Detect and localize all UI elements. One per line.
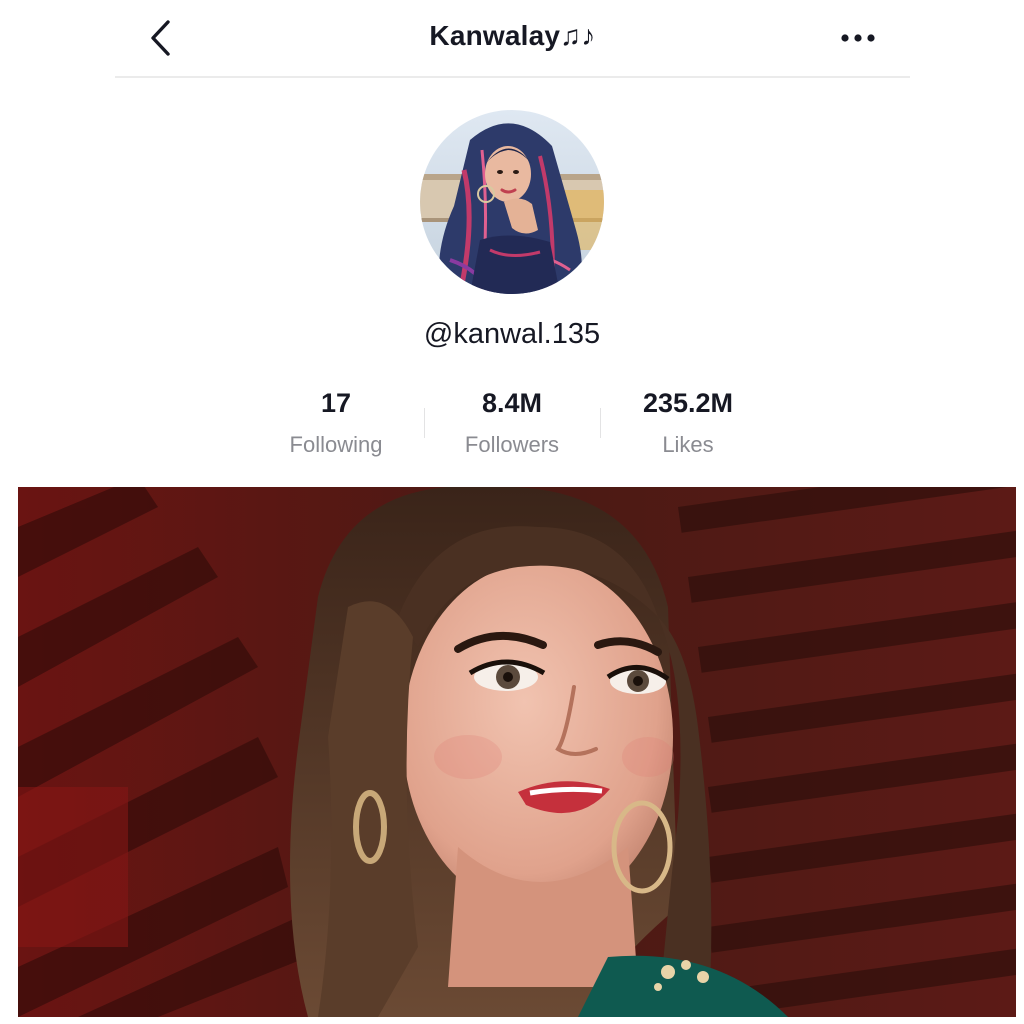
portrait-photo — [18, 487, 1016, 1017]
avatar-image — [420, 110, 604, 294]
profile-username: @kanwal.135 — [423, 318, 601, 350]
profile-page: Kanwalay♫♪ @kanwal.135 17 Following 8.4M… — [0, 0, 1024, 1024]
avatar[interactable] — [420, 110, 604, 294]
following-label: Following — [289, 432, 383, 457]
more-options-button[interactable] — [836, 20, 880, 56]
followers-label: Followers — [464, 432, 560, 457]
likes-count: 235.2M — [642, 388, 734, 418]
followers-count: 8.4M — [481, 388, 543, 418]
following-stat[interactable]: 17 Following — [248, 384, 424, 468]
followers-stat[interactable]: 8.4M Followers — [424, 384, 600, 468]
likes-stat[interactable]: 235.2M Likes — [600, 384, 776, 468]
following-count: 17 — [320, 388, 352, 418]
profile-stats: 17 Following 8.4M Followers 235.2M Likes — [248, 384, 776, 468]
ellipsis-horizontal-icon — [841, 34, 875, 42]
profile-photo[interactable] — [18, 487, 1016, 1017]
likes-label: Likes — [662, 432, 714, 457]
page-title: Kanwalay♫♪ — [429, 20, 596, 51]
profile-header: Kanwalay♫♪ — [115, 0, 910, 78]
